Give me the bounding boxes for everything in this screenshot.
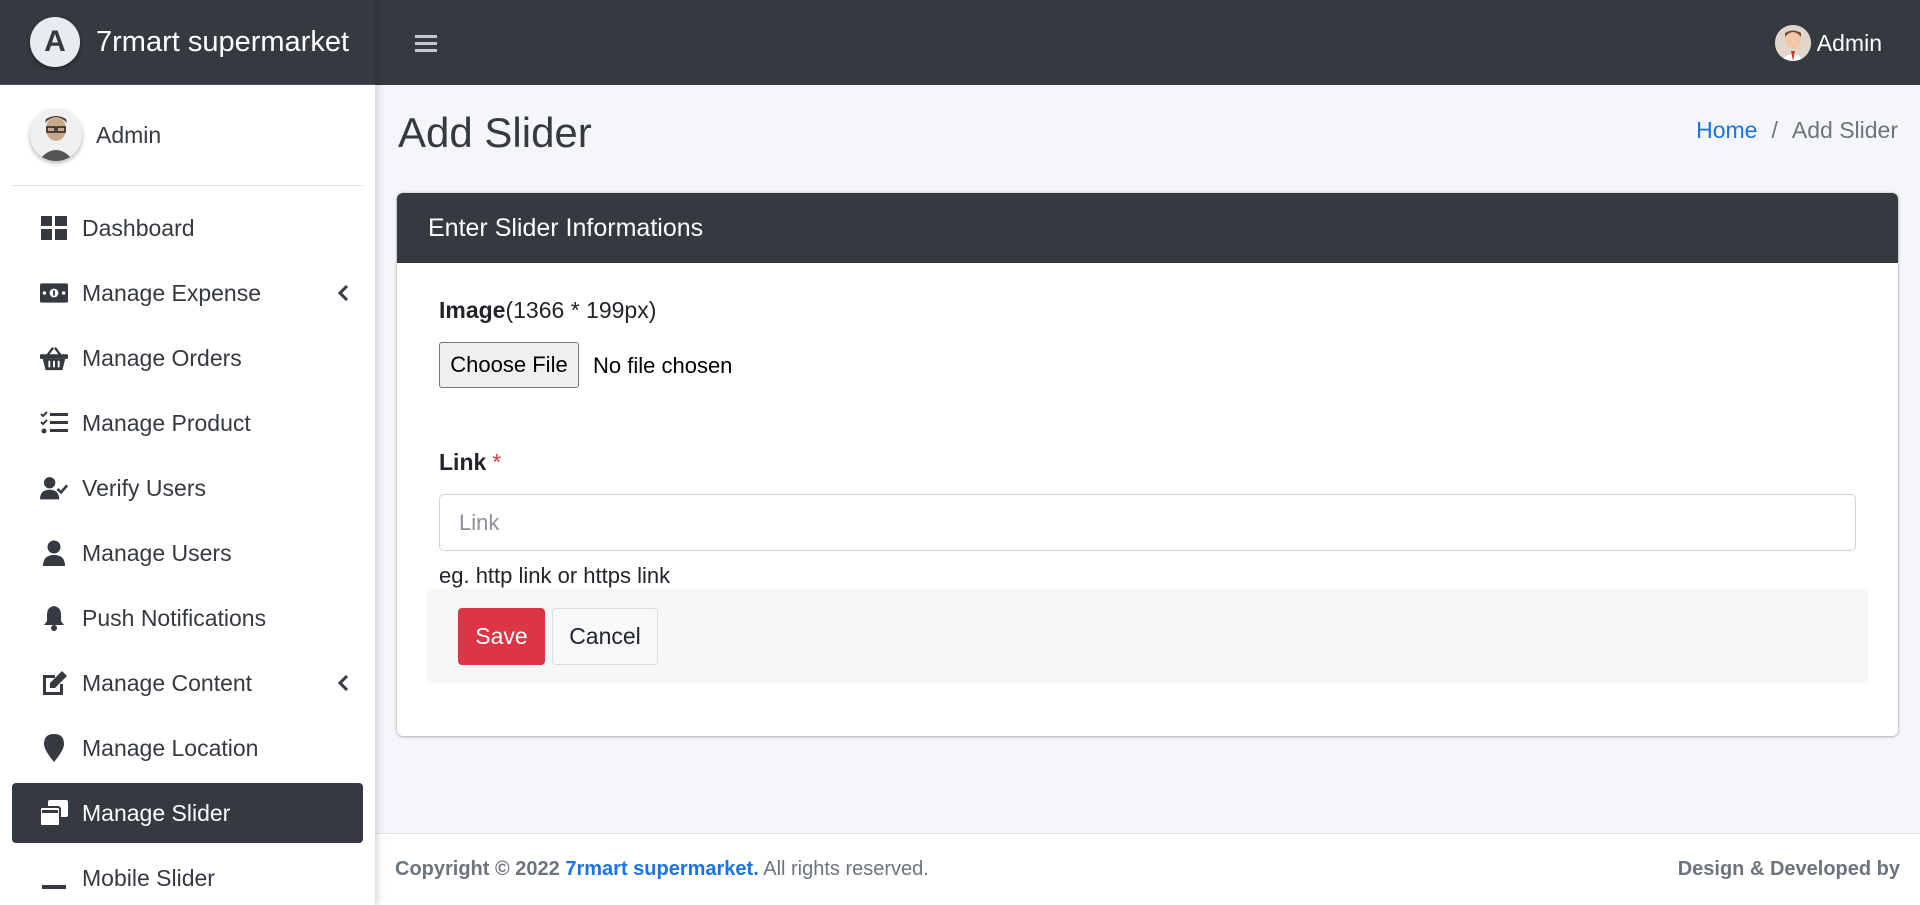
sidebar-item-manage-orders[interactable]: Manage Orders (12, 328, 363, 388)
sidebar-item-label: Manage Expense (82, 279, 262, 306)
card-body: Image(1366 * 199px) Choose File No file … (397, 263, 1898, 736)
choose-file-button[interactable]: Choose File (439, 342, 579, 388)
breadcrumb-home-link[interactable]: Home (1696, 117, 1757, 144)
page-title: Add Slider (398, 109, 592, 156)
sidebar-item-label: Manage Orders (82, 344, 242, 371)
sidebar-item-manage-expense[interactable]: Manage Expense (12, 263, 363, 323)
top-navbar: Admin (375, 0, 1920, 85)
image-size-hint: (1366 * 199px) (505, 297, 657, 323)
brand-link[interactable]: A 7rmart supermarket (0, 0, 375, 85)
breadcrumb-separator: / (1771, 117, 1778, 143)
sidebar-item-dashboard[interactable]: Dashboard (12, 198, 363, 258)
sidebar-item-push-notifications[interactable]: Push Notifications (12, 588, 363, 648)
money-bill-icon (40, 279, 68, 307)
save-button[interactable]: Save (458, 608, 545, 665)
sidebar-item-manage-location[interactable]: Manage Location (12, 718, 363, 778)
brand-logo-letter: A (44, 25, 66, 58)
sidebar-item-manage-product[interactable]: Manage Product (12, 393, 363, 453)
user-menu[interactable]: Admin (1774, 25, 1882, 61)
brand-name: 7rmart supermarket (96, 25, 350, 58)
avatar (30, 109, 82, 161)
bell-icon (40, 604, 68, 632)
sidebar-item-mobile-slider[interactable]: Mobile Slider (12, 848, 363, 905)
cancel-button[interactable]: Cancel (552, 608, 658, 665)
minus-icon (40, 864, 68, 892)
sidebar-item-label: Dashboard (82, 214, 195, 241)
edit-icon (40, 669, 68, 697)
sidebar-item-label: Manage Users (82, 539, 232, 566)
file-status-text: No file chosen (593, 353, 733, 378)
tasks-icon (40, 409, 68, 437)
brand-logo: A (30, 17, 80, 67)
copyright: Copyright © 2022 7rmart supermarket. All… (395, 858, 929, 881)
avatar (1774, 25, 1811, 61)
sidebar-item-manage-slider[interactable]: Manage Slider (12, 783, 363, 843)
user-icon (40, 539, 68, 567)
sidebar-user-panel[interactable]: Admin (12, 85, 363, 186)
sidebar-item-label: Manage Slider (82, 799, 231, 826)
breadcrumb: Home / Add Slider (1696, 117, 1898, 144)
sidebar-item-label: Manage Product (82, 409, 251, 436)
rights-text: All rights reserved. (763, 858, 929, 880)
main-content: Add Slider Home / Add Slider Enter Slide… (375, 85, 1920, 833)
sidebar-item-manage-content[interactable]: Manage Content (12, 653, 363, 713)
sidebar-item-verify-users[interactable]: Verify Users (12, 458, 363, 518)
card-header: Enter Slider Informations (397, 193, 1898, 263)
link-label: Link (439, 449, 487, 475)
required-mark: * (492, 449, 502, 475)
copyright-prefix: Copyright © 2022 (395, 858, 560, 880)
sidebar-item-manage-users[interactable]: Manage Users (12, 523, 363, 583)
footer-brand-link[interactable]: 7rmart supermarket. (565, 858, 758, 880)
chevron-left-icon (337, 671, 349, 698)
sidebar-item-label: Manage Location (82, 734, 259, 761)
sidebar-nav: Dashboard Manage Expense Manage Orders M… (0, 186, 375, 905)
chevron-left-icon (337, 281, 349, 308)
sidebar-item-label: Verify Users (82, 474, 206, 501)
form-actions: Save Cancel (427, 589, 1868, 683)
dashboard-icon (40, 214, 68, 242)
sidebar-item-label: Manage Content (82, 669, 253, 696)
user-check-icon (40, 474, 68, 502)
page-footer: Copyright © 2022 7rmart supermarket. All… (375, 833, 1920, 905)
link-label-group: Link * (439, 449, 501, 476)
basket-icon (40, 344, 68, 372)
sidebar-item-label: Mobile Slider (82, 864, 215, 891)
slider-form-card: Enter Slider Informations Image(1366 * 1… (397, 193, 1898, 736)
sidebar-item-label: Push Notifications (82, 604, 267, 631)
image-label: Image (439, 297, 506, 323)
sidebar: A 7rmart supermarket Admin Dashboard Man… (0, 0, 375, 905)
top-user-name: Admin (1816, 29, 1882, 56)
footer-credit: Design & Developed by (1677, 858, 1900, 880)
breadcrumb-current: Add Slider (1791, 117, 1898, 143)
link-help-text: eg. http link or https link (439, 563, 671, 588)
sidebar-user-name: Admin (96, 121, 162, 148)
window-restore-icon (40, 799, 68, 827)
menu-toggle-icon[interactable] (411, 28, 441, 58)
map-marker-icon (40, 734, 68, 762)
image-label-group: Image(1366 * 199px) (439, 297, 656, 324)
link-input[interactable] (439, 494, 1856, 551)
